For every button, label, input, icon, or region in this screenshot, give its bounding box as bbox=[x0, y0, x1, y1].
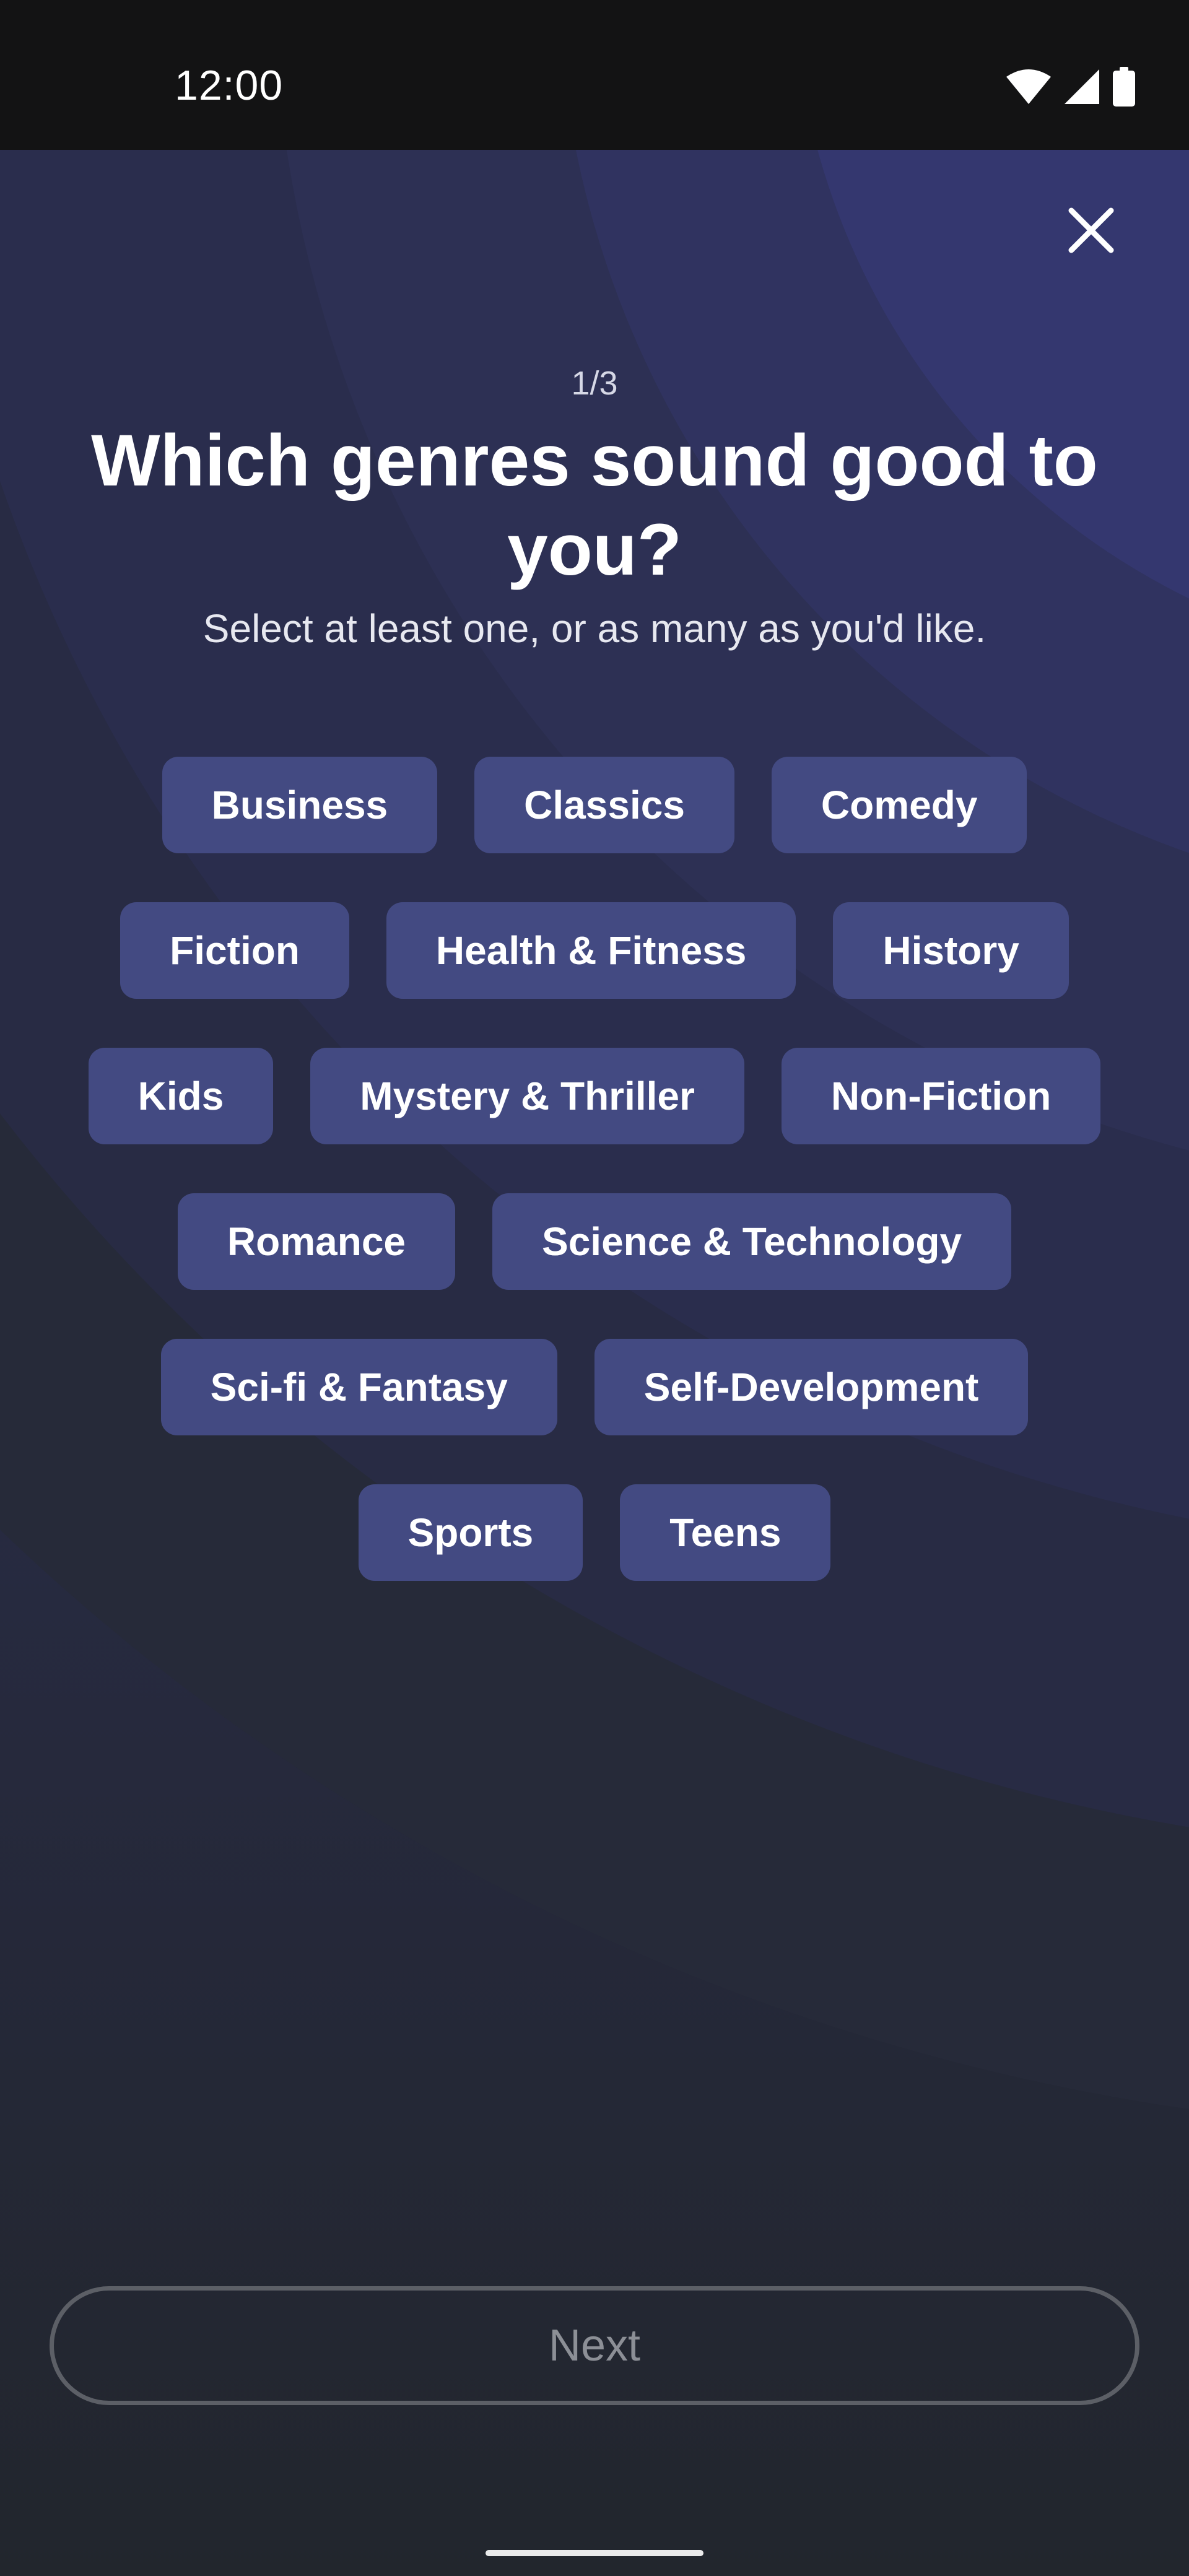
wifi-icon bbox=[1005, 68, 1052, 105]
genre-chip-kids[interactable]: Kids bbox=[88, 1048, 274, 1144]
onboarding-header: 1/3 Which genres sound good to you? Sele… bbox=[0, 150, 1189, 650]
genre-chip-row: Kids Mystery & Thriller Non-Fiction bbox=[0, 1048, 1189, 1144]
genre-chip-business[interactable]: Business bbox=[162, 757, 438, 853]
genre-chip-classics[interactable]: Classics bbox=[474, 757, 734, 853]
page-subtitle: Select at least one, or as many as you'd… bbox=[203, 606, 986, 651]
genre-chip-romance[interactable]: Romance bbox=[177, 1193, 455, 1290]
genre-chip-history[interactable]: History bbox=[833, 902, 1069, 999]
genre-chip-science-technology[interactable]: Science & Technology bbox=[492, 1193, 1012, 1290]
cellular-signal-icon bbox=[1063, 68, 1100, 105]
next-button[interactable]: Next bbox=[50, 2286, 1139, 2405]
genre-chip-row: Business Classics Comedy bbox=[0, 757, 1189, 853]
genre-chip-row: Sci-fi & Fantasy Self-Development bbox=[0, 1339, 1189, 1435]
genre-chip-self-development[interactable]: Self-Development bbox=[594, 1339, 1029, 1435]
genre-chip-list: Business Classics Comedy Fiction Health … bbox=[0, 757, 1189, 1630]
gesture-nav-handle[interactable] bbox=[486, 2550, 703, 2556]
status-time: 12:00 bbox=[175, 62, 284, 109]
status-bar: 12:00 bbox=[0, 0, 1189, 150]
genre-chip-comedy[interactable]: Comedy bbox=[771, 757, 1027, 853]
battery-icon bbox=[1112, 67, 1136, 107]
genre-chip-mystery-thriller[interactable]: Mystery & Thriller bbox=[310, 1048, 744, 1144]
close-button[interactable] bbox=[1060, 199, 1122, 261]
genre-selection-screen: 12:00 1/3 Which genres sound good to you… bbox=[0, 0, 1189, 2576]
genre-chip-non-fiction[interactable]: Non-Fiction bbox=[781, 1048, 1101, 1144]
status-icons bbox=[1005, 67, 1136, 107]
close-icon bbox=[1068, 207, 1114, 253]
step-indicator: 1/3 bbox=[571, 365, 618, 402]
genre-chip-fiction[interactable]: Fiction bbox=[120, 902, 349, 999]
genre-chip-row: Romance Science & Technology bbox=[0, 1193, 1189, 1290]
genre-chip-row: Fiction Health & Fitness History bbox=[0, 902, 1189, 999]
genre-chip-sports[interactable]: Sports bbox=[358, 1484, 583, 1581]
genre-chip-teens[interactable]: Teens bbox=[620, 1484, 831, 1581]
genre-chip-row: Sports Teens bbox=[0, 1484, 1189, 1581]
genre-chip-health-fitness[interactable]: Health & Fitness bbox=[386, 902, 796, 999]
page-title: Which genres sound good to you? bbox=[91, 420, 1098, 591]
genre-chip-scifi-fantasy[interactable]: Sci-fi & Fantasy bbox=[160, 1339, 557, 1435]
